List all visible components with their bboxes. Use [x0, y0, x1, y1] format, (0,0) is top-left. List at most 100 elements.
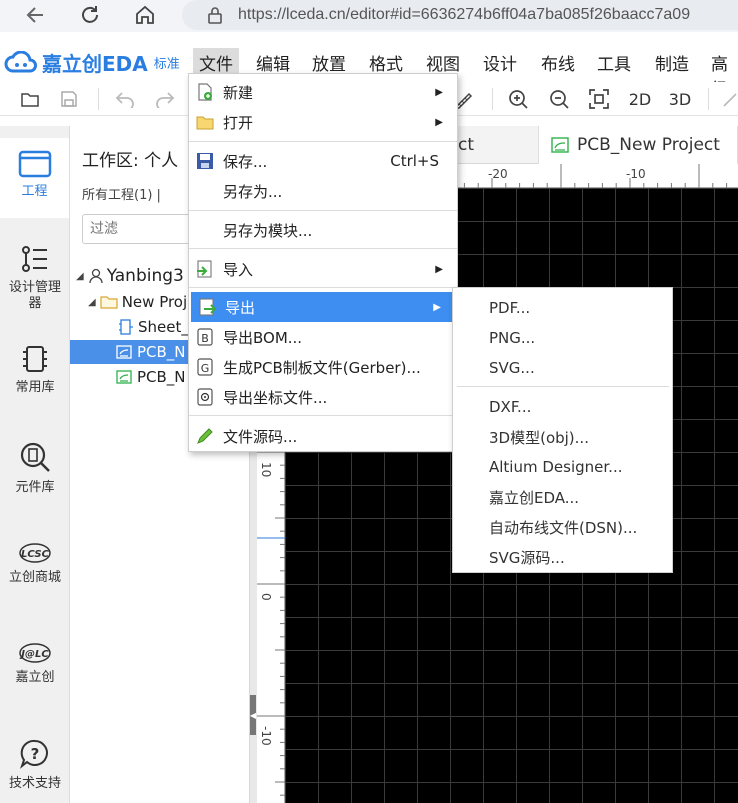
tree-item-label: New Proj	[121, 293, 188, 311]
tree-item-label: Yanbing3	[106, 266, 184, 286]
pcb-icon	[551, 137, 569, 153]
chip-icon	[23, 346, 47, 372]
all-projects-link[interactable]: 所有工程(1) |	[82, 184, 161, 203]
collapse-handle-icon[interactable]: ◀	[250, 695, 256, 735]
fit-view-icon[interactable]	[586, 86, 612, 112]
sidebar-item-label: 设计管理器	[8, 280, 61, 311]
export-dsn[interactable]: 自动布线文件(DSN)...	[453, 512, 672, 542]
open-folder-icon[interactable]	[17, 86, 43, 112]
tab-label: PCB_New Project	[577, 135, 720, 155]
svg-text:B: B	[201, 332, 209, 345]
sidebar-item-project[interactable]: 工程	[0, 138, 69, 218]
logo-edition: 标准	[153, 57, 180, 72]
back-icon[interactable]	[18, 0, 54, 30]
menu-item-new[interactable]: 新建 ▶	[189, 77, 457, 107]
ruler-label: 0	[259, 593, 273, 601]
sidebar-item-jlc[interactable]: J@LC 嘉立创	[0, 642, 70, 698]
export-dxf[interactable]: DXF...	[453, 392, 672, 422]
ruler-label: -10	[626, 167, 646, 181]
sidebar-item-label: 技术支持	[8, 776, 61, 791]
route-icon[interactable]	[718, 86, 738, 112]
ruler-label: -10	[259, 726, 273, 746]
sidebar-item-label: 常用库	[15, 380, 55, 395]
menu-item-export[interactable]: 导出 ▶	[191, 292, 455, 322]
menu-separator	[457, 386, 669, 387]
cloud-logo-icon	[4, 50, 37, 72]
menu-separator	[189, 415, 457, 416]
tree-item-label: PCB_N	[137, 368, 186, 386]
sidebar-item-common-library[interactable]: 常用库	[0, 344, 70, 404]
submenu-arrow-icon: ▶	[435, 263, 443, 275]
tree-item-label: Sheet_	[138, 318, 189, 336]
svg-text:?: ?	[31, 745, 40, 763]
import-icon	[195, 259, 215, 279]
submenu-arrow-icon: ▶	[435, 86, 443, 98]
view-3d-button[interactable]: 3D	[665, 86, 695, 112]
redo-icon[interactable]	[152, 86, 178, 112]
export-svg-source[interactable]: SVG源码...	[453, 542, 672, 572]
export-icon	[197, 297, 217, 317]
menu-item-save-as-module[interactable]: 另存为模块...	[189, 215, 457, 245]
folder-icon	[18, 150, 51, 178]
undo-icon[interactable]	[112, 86, 138, 112]
export-pdf[interactable]: PDF...	[453, 293, 672, 323]
export-lceda[interactable]: 嘉立创EDA...	[453, 482, 672, 512]
toolbar-separator	[98, 88, 99, 110]
menu-item-open[interactable]: 打开 ▶	[189, 107, 457, 137]
sidebar-item-lcsc-mall[interactable]: LCSC 立创商城	[0, 542, 70, 598]
expand-arrow-icon[interactable]: ◢	[76, 271, 84, 282]
new-file-icon	[195, 82, 215, 102]
folder-icon	[100, 296, 118, 309]
menu-item-gerber[interactable]: G 生成PCB制板文件(Gerber)...	[189, 352, 457, 382]
tab-pcb[interactable]: PCB_New Project	[539, 126, 738, 164]
home-icon[interactable]	[127, 0, 163, 30]
menu-tools[interactable]: 工具	[591, 48, 637, 77]
export-png[interactable]: PNG...	[453, 323, 672, 353]
search-chip-icon	[20, 442, 50, 472]
ruler-label: -20	[488, 167, 508, 181]
reload-icon[interactable]	[72, 0, 108, 30]
lock-icon	[204, 4, 226, 26]
menu-separator	[189, 248, 457, 249]
workspace-title[interactable]: 工作区: 个人	[82, 146, 178, 171]
menu-item-source[interactable]: 文件源码...	[189, 421, 457, 451]
file-menu: 新建 ▶ 打开 ▶ 保存... Ctrl+S 另存为... 另存为模块... 导…	[188, 73, 458, 452]
save-icon	[195, 151, 215, 171]
menu-route[interactable]: 布线	[535, 48, 581, 77]
sidebar-item-tech-support[interactable]: ? 技术支持	[0, 738, 70, 798]
submenu-arrow-icon: ▶	[433, 301, 441, 313]
menu-fabrication[interactable]: 制造	[649, 48, 695, 77]
export-3d-obj[interactable]: 3D模型(obj)...	[453, 422, 672, 452]
export-svg[interactable]: SVG...	[453, 353, 672, 383]
view-2d-button[interactable]: 2D	[625, 86, 655, 112]
menu-item-export-bom[interactable]: B 导出BOM...	[189, 322, 457, 352]
tree-item-label: PCB_N	[137, 343, 186, 361]
filter-input[interactable]	[82, 214, 202, 244]
save-icon[interactable]	[56, 86, 82, 112]
svg-text:J@LC: J@LC	[19, 649, 49, 660]
export-altium[interactable]: Altium Designer...	[453, 452, 672, 482]
coordinate-icon	[195, 387, 215, 407]
menu-item-save[interactable]: 保存... Ctrl+S	[189, 146, 457, 176]
zoom-in-icon[interactable]	[505, 86, 531, 112]
gerber-icon: G	[195, 357, 215, 377]
sidebar-item-component-library[interactable]: 元件库	[0, 440, 70, 500]
menu-design[interactable]: 设计	[477, 48, 523, 77]
expand-arrow-icon[interactable]: ◢	[88, 297, 96, 308]
zoom-out-icon[interactable]	[546, 86, 572, 112]
menu-item-export-coordinates[interactable]: 导出坐标文件...	[189, 382, 457, 412]
user-icon	[89, 268, 103, 284]
shortcut-label: Ctrl+S	[390, 152, 439, 170]
ruler-label: 10	[259, 462, 273, 478]
list-icon	[22, 246, 47, 272]
logo-text: 嘉立创EDA	[42, 52, 148, 76]
menu-separator	[189, 287, 457, 288]
address-bar[interactable]: https://lceda.cn/editor#id=6636274b6ff04…	[182, 0, 738, 30]
svg-text:G: G	[201, 362, 210, 375]
app-logo: 嘉立创EDA 标准	[4, 48, 180, 77]
sidebar-item-design-manager[interactable]: 设计管理器	[0, 244, 70, 324]
menu-separator	[189, 141, 457, 142]
menu-item-import[interactable]: 导入 ▶	[189, 254, 457, 284]
menu-item-save-as[interactable]: 另存为...	[189, 176, 457, 206]
svg-text:LCSC: LCSC	[21, 549, 50, 560]
